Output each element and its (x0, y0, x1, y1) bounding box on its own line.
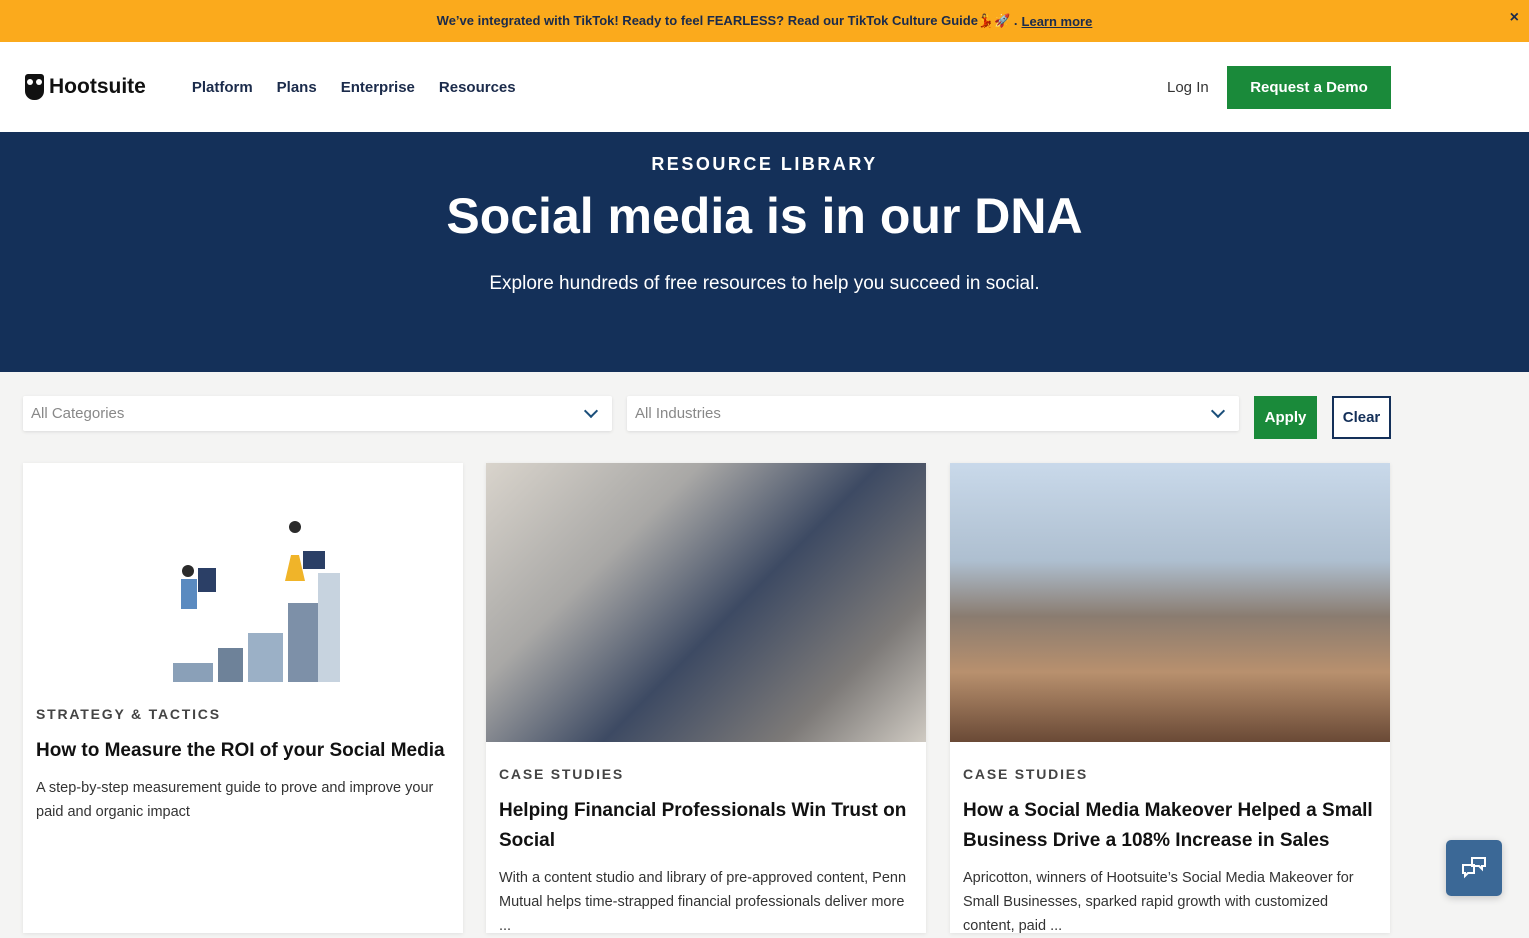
card-description: Apricotton, winners of Hootsuite’s Socia… (963, 870, 1354, 934)
top-nav: Hootsuite Platform Plans Enterprise Reso… (0, 42, 1529, 132)
card-description: With a content studio and library of pre… (499, 870, 907, 934)
resource-card[interactable]: CASE STUDIES Helping Financial Professio… (486, 463, 926, 934)
chevron-down-icon (583, 403, 599, 418)
industries-value: All Industries (635, 405, 721, 422)
request-demo-button[interactable]: Request a Demo (1227, 66, 1391, 109)
card-title[interactable]: Helping Financial Professionals Win Trus… (499, 796, 913, 856)
resource-card[interactable]: CASE STUDIES How a Social Media Makeover… (950, 463, 1390, 934)
hero-title: Social media is in our DNA (446, 188, 1083, 244)
city-rooftop-photo (950, 463, 1390, 742)
clear-button[interactable]: Clear (1332, 396, 1391, 439)
apply-button[interactable]: Apply (1254, 396, 1317, 439)
financial-professionals-photo (486, 463, 926, 742)
nav-plans[interactable]: Plans (277, 79, 317, 96)
owl-icon (25, 74, 44, 100)
brand-name: Hootsuite (49, 75, 146, 98)
hero-subtitle: Explore hundreds of free resources to he… (489, 273, 1040, 294)
nav-enterprise[interactable]: Enterprise (341, 79, 415, 96)
chat-button[interactable] (1446, 840, 1502, 896)
hootsuite-logo[interactable]: Hootsuite (25, 74, 146, 100)
categories-select[interactable]: All Categories (23, 396, 612, 431)
learn-more-link[interactable]: Learn more (1022, 14, 1093, 29)
categories-value: All Categories (31, 405, 125, 422)
card-category: CASE STUDIES (499, 766, 625, 782)
nav-platform[interactable]: Platform (192, 79, 253, 96)
nav-resources[interactable]: Resources (439, 79, 516, 96)
banner-text: We’ve integrated with TikTok! Ready to f… (436, 13, 1018, 28)
card-title[interactable]: How to Measure the ROI of your Social Me… (36, 736, 450, 766)
chevron-down-icon (1210, 403, 1226, 418)
card-description: A step-by-step measurement guide to prov… (36, 780, 434, 820)
hero-eyebrow: RESOURCE LIBRARY (651, 154, 878, 174)
industries-select[interactable]: All Industries (627, 396, 1239, 431)
card-category: STRATEGY & TACTICS (36, 706, 221, 722)
card-title[interactable]: How a Social Media Makeover Helped a Sma… (963, 796, 1377, 856)
close-icon[interactable]: × (1510, 9, 1519, 27)
announcement-banner: We’ve integrated with TikTok! Ready to f… (0, 0, 1529, 42)
card-category: CASE STUDIES (963, 766, 1089, 782)
chat-bubbles-icon (1462, 857, 1486, 879)
roi-illustration (23, 463, 463, 682)
login-link[interactable]: Log In (1167, 79, 1209, 96)
resource-card[interactable]: STRATEGY & TACTICS How to Measure the RO… (23, 463, 463, 933)
hero: RESOURCE LIBRARY Social media is in our … (0, 132, 1529, 372)
filters: All Categories All Industries Apply Clea… (0, 372, 1529, 462)
